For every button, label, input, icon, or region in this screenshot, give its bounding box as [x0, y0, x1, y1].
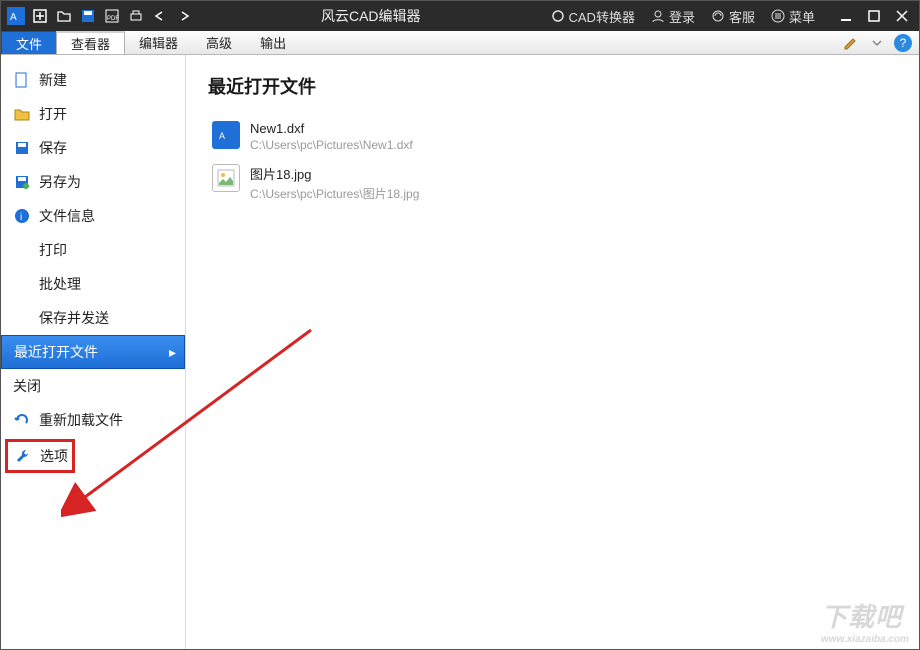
redo-icon[interactable] — [173, 5, 195, 27]
print-icon[interactable] — [125, 5, 147, 27]
watermark: 下载吧 www.xiazaiba.com — [821, 597, 909, 645]
help-icon[interactable]: ? — [893, 33, 913, 53]
filemenu-reload-label: 重新加载文件 — [39, 410, 123, 430]
filemenu-recent[interactable]: 最近打开文件 ▸ — [1, 335, 185, 369]
new-file-icon[interactable] — [29, 5, 51, 27]
open-folder-icon — [13, 105, 31, 123]
info-icon: i — [13, 207, 31, 225]
tab-file[interactable]: 文件 — [1, 31, 57, 54]
filemenu-save-label: 保存 — [39, 138, 67, 158]
filemenu-open-label: 打开 — [39, 104, 67, 124]
dxf-file-icon: A — [212, 121, 240, 149]
title-bar: A PDF 风云CAD编辑器 CAD转换器 登录 客服 菜单 — [1, 1, 919, 31]
open-folder-icon[interactable] — [53, 5, 75, 27]
file-meta: New1.dxf C:\Users\pc\Pictures\New1.dxf — [250, 121, 413, 152]
file-name: 图片18.jpg — [250, 164, 419, 183]
filemenu-save[interactable]: 保存 — [1, 131, 185, 165]
filemenu-close-label: 关闭 — [13, 376, 41, 396]
file-path: C:\Users\pc\Pictures\图片18.jpg — [250, 185, 419, 202]
close-button[interactable] — [891, 5, 913, 27]
file-path: C:\Users\pc\Pictures\New1.dxf — [250, 138, 413, 152]
filemenu-open[interactable]: 打开 — [1, 97, 185, 131]
undo-icon[interactable] — [149, 5, 171, 27]
batch-icon — [13, 275, 31, 293]
menu-label: 菜单 — [789, 7, 815, 26]
pdf-export-icon[interactable]: PDF — [101, 5, 123, 27]
svg-text:i: i — [20, 212, 22, 223]
send-icon — [13, 309, 31, 327]
svg-text:A: A — [10, 12, 17, 23]
reload-icon — [13, 411, 31, 429]
save-icon[interactable] — [77, 5, 99, 27]
edit-ribbon-icon[interactable] — [841, 33, 861, 53]
filemenu-save-send[interactable]: 保存并发送 — [1, 301, 185, 335]
recent-file-item[interactable]: A New1.dxf C:\Users\pc\Pictures\New1.dxf — [208, 115, 897, 158]
filemenu-reload[interactable]: 重新加载文件 — [1, 403, 185, 437]
tab-advanced[interactable]: 高级 — [192, 31, 246, 54]
filemenu-options-label: 选项 — [40, 446, 68, 466]
print-icon — [13, 241, 31, 259]
window-controls — [835, 5, 913, 27]
tab-editor[interactable]: 编辑器 — [125, 31, 192, 54]
chevron-right-icon: ▸ — [169, 344, 176, 361]
image-file-icon — [212, 164, 240, 192]
recent-files-panel: 最近打开文件 A New1.dxf C:\Users\pc\Pictures\N… — [186, 55, 919, 649]
filemenu-recent-label: 最近打开文件 — [14, 342, 98, 362]
recent-file-item[interactable]: 图片18.jpg C:\Users\pc\Pictures\图片18.jpg — [208, 158, 897, 208]
minimize-button[interactable] — [835, 5, 857, 27]
titlebar-right: CAD转换器 登录 客服 菜单 — [547, 5, 914, 27]
filemenu-new[interactable]: 新建 — [1, 63, 185, 97]
menubar-right-icons: ? — [841, 31, 919, 54]
filemenu-options[interactable]: 选项 — [5, 439, 75, 473]
converter-button[interactable]: CAD转换器 — [547, 7, 639, 26]
login-label: 登录 — [669, 7, 695, 26]
file-name: New1.dxf — [250, 121, 413, 136]
login-button[interactable]: 登录 — [647, 7, 699, 26]
filemenu-new-label: 新建 — [39, 70, 67, 90]
tab-viewer[interactable]: 查看器 — [56, 31, 125, 54]
recent-heading: 最近打开文件 — [208, 73, 897, 99]
file-meta: 图片18.jpg C:\Users\pc\Pictures\图片18.jpg — [250, 164, 419, 202]
svg-text:PDF: PDF — [107, 16, 119, 22]
wrench-icon — [14, 447, 32, 465]
filemenu-file-info[interactable]: i 文件信息 — [1, 199, 185, 233]
maximize-button[interactable] — [863, 5, 885, 27]
tab-output[interactable]: 输出 — [246, 31, 300, 54]
filemenu-save-as-label: 另存为 — [39, 172, 81, 192]
filemenu-save-as[interactable]: 另存为 — [1, 165, 185, 199]
menu-button[interactable]: 菜单 — [767, 7, 819, 26]
collapse-ribbon-icon[interactable] — [867, 33, 887, 53]
filemenu-print-label: 打印 — [39, 240, 67, 260]
app-title: 风云CAD编辑器 — [321, 6, 421, 26]
converter-label: CAD转换器 — [569, 7, 635, 26]
save-disk-icon — [13, 139, 31, 157]
filemenu-file-info-label: 文件信息 — [39, 206, 95, 226]
watermark-main: 下载吧 — [821, 602, 902, 632]
filemenu-print[interactable]: 打印 — [1, 233, 185, 267]
filemenu-batch-label: 批处理 — [39, 274, 81, 294]
watermark-sub: www.xiazaiba.com — [821, 634, 909, 645]
file-menu-panel: 新建 打开 保存 另存为 i 文件信息 打印 批处理 保存并发送 — [1, 55, 186, 649]
content-area: 新建 打开 保存 另存为 i 文件信息 打印 批处理 保存并发送 — [1, 55, 919, 649]
support-button[interactable]: 客服 — [707, 7, 759, 26]
menu-bar: 文件 查看器 编辑器 高级 输出 ? — [1, 31, 919, 55]
save-as-icon — [13, 173, 31, 191]
support-label: 客服 — [729, 7, 755, 26]
svg-text:A: A — [219, 131, 225, 141]
filemenu-batch[interactable]: 批处理 — [1, 267, 185, 301]
filemenu-close[interactable]: 关闭 — [1, 369, 185, 403]
app-logo-icon[interactable]: A — [5, 5, 27, 27]
filemenu-save-send-label: 保存并发送 — [39, 308, 109, 328]
quick-access-toolbar: A PDF — [1, 5, 195, 27]
new-doc-icon — [13, 71, 31, 89]
